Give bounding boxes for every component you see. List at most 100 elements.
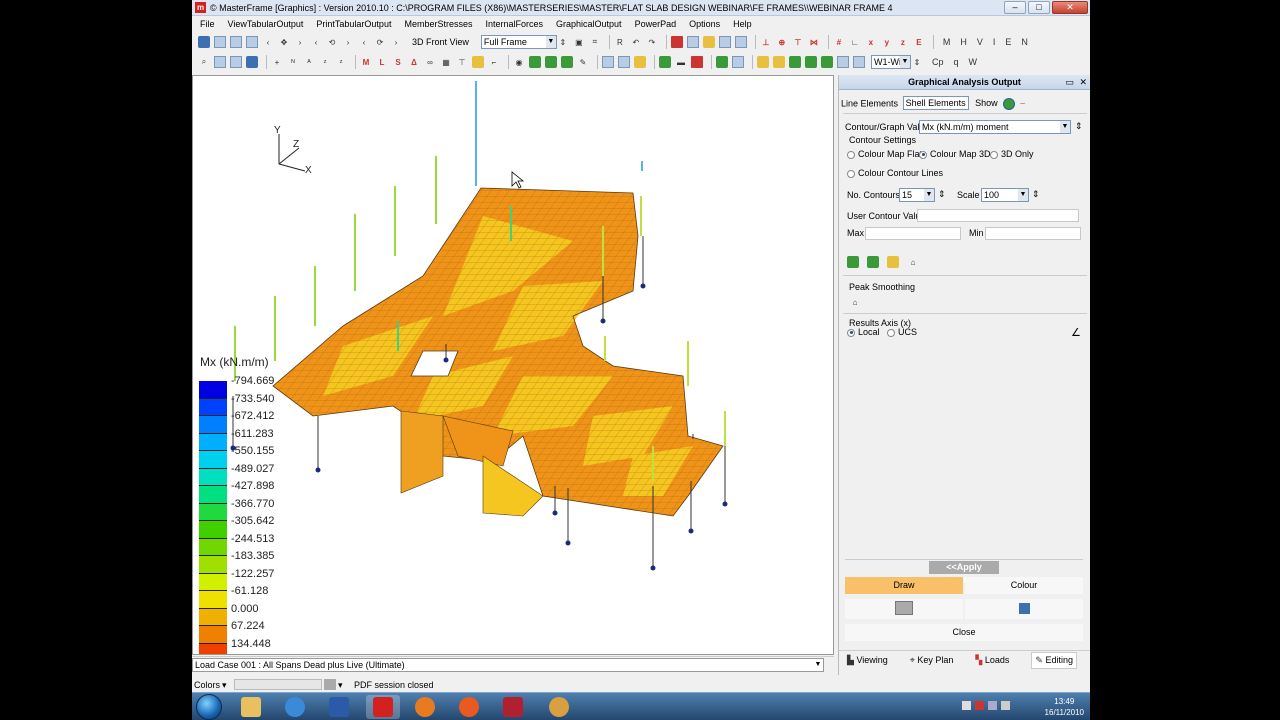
- frame-combo[interactable]: Full Frame ▼: [480, 35, 557, 49]
- model-icon[interactable]: ✎: [577, 56, 589, 68]
- contour-edit-icon[interactable]: [887, 256, 899, 268]
- menu-print-tabular-output[interactable]: PrintTabularOutput: [316, 19, 391, 29]
- toggle-w[interactable]: W: [969, 57, 978, 67]
- redo-icon[interactable]: ↷: [646, 36, 658, 48]
- section-icon[interactable]: S: [392, 56, 404, 68]
- max-input[interactable]: [865, 227, 961, 240]
- tab-shell-elements[interactable]: Shell Elements: [902, 96, 969, 111]
- bracing-icon[interactable]: Δ: [408, 56, 420, 68]
- view-front-icon[interactable]: [214, 36, 226, 48]
- radio-local[interactable]: Local: [847, 327, 880, 337]
- palette-icon[interactable]: [789, 56, 801, 68]
- axis-z-icon[interactable]: z: [897, 36, 909, 48]
- render-icon[interactable]: ◉: [513, 56, 525, 68]
- menu-help[interactable]: Help: [733, 19, 752, 29]
- tab-loads[interactable]: ▚ Loads: [975, 655, 1009, 666]
- toggle-q[interactable]: q: [954, 57, 959, 67]
- close-button[interactable]: ✕: [1052, 1, 1088, 14]
- active-view-icon[interactable]: [716, 56, 728, 68]
- contour-scale-icon[interactable]: ⌂: [907, 256, 919, 268]
- view-side-icon[interactable]: [230, 36, 242, 48]
- toggle-h[interactable]: H: [960, 37, 967, 47]
- peak-smoothing-icon[interactable]: ⌂: [849, 296, 861, 308]
- spinner-icon[interactable]: ⇕: [938, 189, 946, 200]
- material-icon[interactable]: M: [360, 56, 372, 68]
- storey-icon[interactable]: [853, 56, 865, 68]
- local-axis-icon[interactable]: ∟: [849, 36, 861, 48]
- colour-map-icon[interactable]: [659, 56, 671, 68]
- menu-internal-forces[interactable]: InternalForces: [485, 19, 543, 29]
- menu-member-stresses[interactable]: MemberStresses: [404, 19, 472, 29]
- zoom-all-icon[interactable]: [246, 56, 258, 68]
- tray-arrow-icon[interactable]: [962, 701, 971, 710]
- slabs-icon[interactable]: [618, 56, 630, 68]
- no-contours-combo[interactable]: 15 ▼: [899, 188, 935, 202]
- report-icon[interactable]: [670, 36, 683, 48]
- chart-icon[interactable]: [702, 36, 715, 48]
- length-icon[interactable]: L: [376, 56, 388, 68]
- document-icon[interactable]: [718, 36, 731, 48]
- apply-settings-button[interactable]: <<Apply Settings: [929, 561, 999, 585]
- support-icon[interactable]: ⊥: [760, 36, 772, 48]
- grid-lines-icon[interactable]: #: [833, 36, 845, 48]
- toggle-v[interactable]: V: [977, 37, 983, 47]
- toggle-n[interactable]: N: [1021, 37, 1028, 47]
- line-style-icon[interactable]: ▬: [675, 56, 687, 68]
- render-shaded-icon[interactable]: [545, 56, 557, 68]
- pdf-dropdown[interactable]: ▾: [338, 680, 343, 691]
- email-icon[interactable]: [732, 56, 744, 68]
- close-icon[interactable]: ✕: [1079, 75, 1087, 90]
- rotate-left-icon[interactable]: ‹: [262, 36, 274, 48]
- taskbar-explorer[interactable]: [234, 695, 268, 719]
- menu-graphical-output[interactable]: GraphicalOutput: [556, 19, 622, 29]
- menu-options[interactable]: Options: [689, 19, 720, 29]
- pan-icon[interactable]: ‹: [310, 36, 322, 48]
- volume-icon[interactable]: [1001, 701, 1010, 710]
- rotate-icon[interactable]: ✥: [278, 36, 290, 48]
- load-combo[interactable]: W1-Wi ▼: [871, 55, 911, 69]
- show-graph-icon[interactable]: ⌣: [1020, 98, 1026, 109]
- taskbar-paint[interactable]: [542, 695, 576, 719]
- section-names-icon[interactable]: ᴬ: [303, 56, 315, 68]
- zoom-fit-icon[interactable]: [230, 56, 242, 68]
- network-icon[interactable]: [988, 701, 997, 710]
- tab-key-plan[interactable]: ⌖ Key Plan: [910, 655, 954, 666]
- scale-combo[interactable]: 100 ▼: [981, 188, 1029, 202]
- tray-alert-icon[interactable]: [975, 701, 984, 710]
- toggle-m[interactable]: M: [943, 37, 951, 47]
- save-output-button[interactable]: [965, 599, 1083, 619]
- pin-icon[interactable]: ⊤: [456, 56, 468, 68]
- graphics-canvas[interactable]: Y Z X Mx (kN.m/m) -794.669 -733.540 -672.4…: [192, 75, 834, 655]
- spinner-icon[interactable]: ⇕: [1075, 121, 1083, 132]
- toggle-e[interactable]: E: [1005, 37, 1011, 47]
- release-icon[interactable]: ⋈: [808, 36, 820, 48]
- chain-icon[interactable]: ∞: [424, 56, 436, 68]
- colors-dropdown[interactable]: ▾: [222, 680, 227, 691]
- loads-icon[interactable]: ⌐: [488, 56, 500, 68]
- copy-icon[interactable]: [734, 36, 747, 48]
- taskbar-media[interactable]: [408, 695, 442, 719]
- view-iso-icon[interactable]: [198, 36, 210, 48]
- menu-powerpad[interactable]: PowerPad: [635, 19, 677, 29]
- binoculars-icon[interactable]: ⌗: [589, 36, 601, 48]
- axis-y-icon[interactable]: y: [881, 36, 893, 48]
- spinner-icon[interactable]: ⇕: [911, 56, 923, 68]
- frame-icon[interactable]: [837, 56, 849, 68]
- member-numbers-icon[interactable]: ᴺ: [287, 56, 299, 68]
- load-e-icon[interactable]: E: [913, 36, 925, 48]
- toggle-i[interactable]: I: [993, 37, 996, 47]
- member-icon[interactable]: ⊤: [792, 36, 804, 48]
- taskbar-masterframe[interactable]: [366, 695, 400, 719]
- menu-view-tabular-output[interactable]: ViewTabularOutput: [228, 19, 304, 29]
- menu-file[interactable]: File: [200, 19, 215, 29]
- maximize-button[interactable]: □: [1028, 1, 1050, 14]
- taskbar-clock[interactable]: 13:49 16/11/2010: [1045, 696, 1084, 718]
- node-numbers-icon[interactable]: +: [271, 56, 283, 68]
- orbit-icon[interactable]: ⟲: [326, 36, 338, 48]
- undo-icon[interactable]: ↶: [630, 36, 642, 48]
- spinner-icon[interactable]: ⇕: [1032, 189, 1040, 200]
- refresh-icon[interactable]: R: [614, 36, 626, 48]
- taskbar-ie[interactable]: [278, 695, 312, 719]
- tree-icon[interactable]: [805, 56, 817, 68]
- radio-ucs[interactable]: UCS: [887, 327, 917, 337]
